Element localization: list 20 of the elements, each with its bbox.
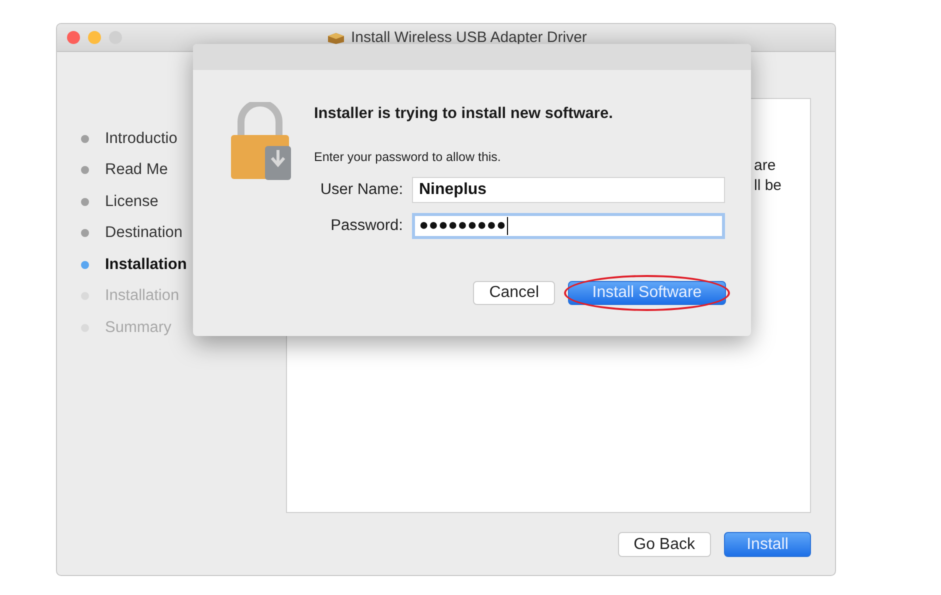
close-button[interactable] [67, 31, 80, 44]
step-label[interactable]: Read Me [105, 161, 168, 180]
step-label[interactable]: Installation [105, 256, 187, 274]
panel-text: are [754, 156, 777, 176]
dialog-heading: Installer is trying to install new software. [314, 105, 614, 123]
password-field[interactable]: ●●●●●●●●● [412, 213, 725, 239]
panel-text: ll be [754, 176, 783, 196]
field-label: Password: [330, 217, 403, 235]
package-icon [327, 30, 345, 44]
dialog-message: Enter your password to allow this. [314, 149, 502, 165]
step-label[interactable]: Introductio [105, 130, 178, 148]
back-button[interactable]: Go Back [618, 532, 711, 557]
minimize-button[interactable] [88, 31, 101, 44]
padlock-icon [229, 102, 291, 180]
window-title: Install Wireless USB Adapter Driver [351, 29, 587, 46]
cancel-button[interactable]: Cancel [473, 281, 555, 305]
step-label[interactable]: Destination [105, 224, 183, 242]
username-field[interactable]: Nineplus [412, 177, 725, 203]
field-label: User Name: [319, 181, 403, 199]
step-label[interactable]: License [105, 192, 158, 211]
